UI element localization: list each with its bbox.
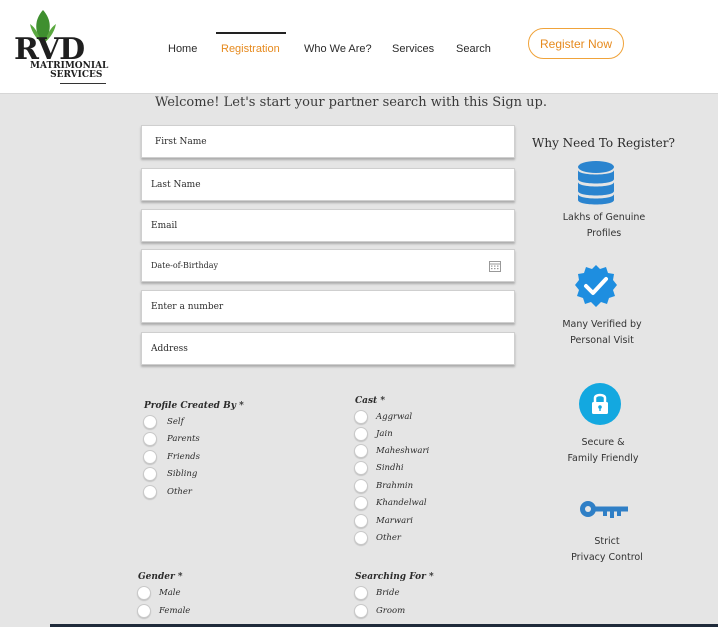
radio-cast-jain[interactable]: Jain	[354, 427, 393, 441]
logo-subtitle: MATRIMONIAL SERVICES	[30, 61, 109, 80]
radio-button[interactable]	[354, 444, 368, 458]
gender-title: Gender *	[138, 572, 183, 582]
radio-label: Parents	[167, 434, 200, 444]
last-name-field[interactable]	[141, 168, 515, 201]
database-icon	[578, 161, 614, 205]
radio-label: Sibling	[167, 469, 198, 479]
radio-label: Brahmin	[376, 481, 414, 491]
radio-cast-marwari[interactable]: Marwari	[354, 514, 413, 528]
searching-for-title: Searching For *	[355, 572, 434, 582]
lock-icon	[579, 383, 621, 425]
phone-input[interactable]	[151, 301, 514, 312]
nav-services[interactable]: Services	[392, 43, 434, 55]
radio-button[interactable]	[143, 485, 157, 499]
calendar-icon[interactable]	[489, 260, 501, 272]
radio-button[interactable]	[354, 479, 368, 493]
radio-profile-self[interactable]: Self	[143, 415, 184, 429]
nav-search[interactable]: Search	[456, 43, 491, 55]
radio-gender-female[interactable]: Female	[137, 604, 190, 618]
radio-button[interactable]	[137, 604, 151, 618]
radio-cast-maheshwari[interactable]: Maheshwari	[354, 444, 429, 458]
radio-label: Other	[167, 487, 192, 497]
radio-button[interactable]	[143, 415, 157, 429]
dob-field[interactable]	[141, 249, 515, 282]
logo[interactable]: RVD MATRIMONIAL SERVICES	[6, 8, 116, 88]
radio-label: Groom	[376, 606, 406, 616]
radio-button[interactable]	[354, 427, 368, 441]
radio-cast-brahmin[interactable]: Brahmin	[354, 479, 413, 493]
radio-button[interactable]	[354, 461, 368, 475]
register-now-button[interactable]: Register Now	[528, 28, 624, 59]
why-register-title: Why Need To Register?	[532, 136, 675, 150]
radio-label: Jain	[376, 429, 393, 439]
nav-active-indicator	[216, 32, 286, 34]
radio-cast-sindhi[interactable]: Sindhi	[354, 461, 404, 475]
address-field[interactable]	[141, 332, 515, 365]
radio-cast-aggrwal[interactable]: Aggrwal	[354, 410, 412, 424]
radio-button[interactable]	[354, 496, 368, 510]
radio-search-groom[interactable]: Groom	[354, 604, 405, 618]
welcome-text: Welcome! Let's start your partner search…	[155, 95, 547, 110]
email-input[interactable]	[151, 220, 514, 231]
radio-label: Female	[159, 606, 191, 616]
radio-label: Bride	[376, 588, 400, 598]
feature-text-secure: Secure & Family Friendly	[567, 437, 639, 464]
radio-search-bride[interactable]: Bride	[354, 586, 400, 600]
profile-created-by-title: Profile Created By *	[144, 401, 244, 411]
feature-text-verified: Many Verified by Personal Visit	[562, 319, 642, 346]
radio-button[interactable]	[354, 604, 368, 618]
radio-profile-other[interactable]: Other	[143, 485, 192, 499]
radio-label: Friends	[167, 452, 200, 462]
key-icon	[580, 501, 628, 518]
cast-title: Cast *	[355, 396, 386, 406]
radio-button[interactable]	[354, 586, 368, 600]
radio-button[interactable]	[354, 531, 368, 545]
radio-label: Other	[376, 533, 401, 543]
last-name-input[interactable]	[151, 179, 514, 190]
radio-button[interactable]	[354, 410, 368, 424]
radio-label: Aggrwal	[376, 412, 413, 422]
radio-button[interactable]	[354, 514, 368, 528]
radio-profile-parents[interactable]: Parents	[143, 432, 200, 446]
radio-button[interactable]	[143, 467, 157, 481]
nav-registration[interactable]: Registration	[221, 43, 280, 55]
nav-home[interactable]: Home	[168, 43, 197, 55]
address-input[interactable]	[151, 343, 514, 354]
feature-text-privacy: Strict Privacy Control	[571, 536, 643, 563]
first-name-input[interactable]	[155, 136, 514, 147]
radio-label: Marwari	[376, 516, 413, 526]
radio-gender-male[interactable]: Male	[137, 586, 181, 600]
logo-underline	[60, 83, 106, 84]
phone-field[interactable]	[141, 290, 515, 323]
radio-cast-khandelwal[interactable]: Khandelwal	[354, 496, 427, 510]
radio-label: Khandelwal	[376, 498, 427, 508]
dob-input[interactable]	[151, 261, 514, 270]
radio-profile-friends[interactable]: Friends	[143, 450, 200, 464]
radio-label: Self	[167, 417, 184, 427]
verified-badge-icon	[575, 265, 617, 307]
radio-label: Maheshwari	[376, 446, 430, 456]
radio-label: Sindhi	[376, 463, 404, 473]
radio-profile-sibling[interactable]: Sibling	[143, 467, 197, 481]
radio-label: Male	[159, 588, 181, 598]
radio-button[interactable]	[143, 432, 157, 446]
radio-button[interactable]	[143, 450, 157, 464]
radio-cast-other[interactable]: Other	[354, 531, 401, 545]
feature-text-profiles: Lakhs of Genuine Profiles	[562, 212, 646, 239]
site-header: RVD MATRIMONIAL SERVICES Home Registrati…	[0, 0, 718, 94]
radio-button[interactable]	[137, 586, 151, 600]
email-field[interactable]	[141, 209, 515, 242]
nav-who-we-are[interactable]: Who We Are?	[304, 43, 372, 55]
first-name-field[interactable]	[141, 125, 515, 158]
